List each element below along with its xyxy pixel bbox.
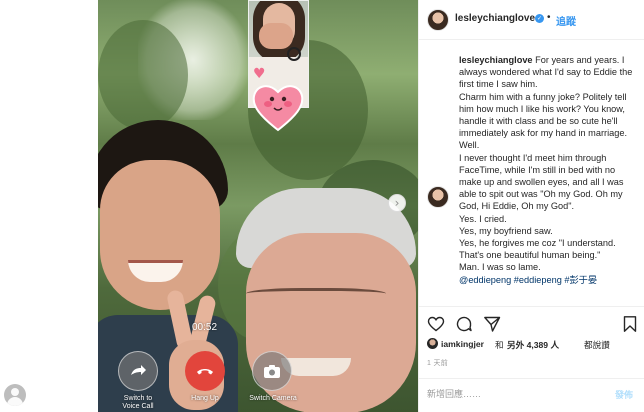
separator-dot: •	[547, 12, 551, 23]
liked-suffix-text: 都說讚	[584, 340, 610, 350]
profile-avatar-icon[interactable]	[4, 384, 26, 406]
comment-bubble-icon[interactable]	[455, 315, 473, 333]
avatar[interactable]	[427, 338, 438, 349]
comment-bar: 發佈	[419, 378, 644, 412]
post-actions	[419, 306, 644, 338]
hashtags[interactable]: @eddiepeng #eddiepeng #彭于晏	[459, 274, 639, 286]
switch-to-voice-call-button[interactable]	[118, 351, 158, 391]
arrow-forward-icon	[131, 365, 146, 375]
liked-others-count[interactable]: 另外 4,389 人	[507, 339, 559, 351]
post-comment-button[interactable]: 發佈	[615, 388, 633, 401]
foliage	[98, 20, 188, 130]
switch-to-voice-call-label: Switch to Voice Call	[122, 395, 154, 410]
caption-line: Charm him with a funny joke? Politely te…	[459, 91, 627, 139]
avatar[interactable]	[427, 9, 449, 31]
caption-line: Well.	[459, 140, 480, 151]
follow-button[interactable]: 追蹤	[556, 13, 576, 28]
post-side-panel: lesleychianglove ✓ • 追蹤 lesleychianglove…	[418, 0, 644, 412]
paper-plane-icon[interactable]	[483, 315, 501, 333]
call-timer: 00:52	[192, 322, 218, 333]
left-gutter	[0, 0, 98, 412]
avatar[interactable]	[427, 186, 449, 208]
liked-and-text: 和	[495, 340, 504, 350]
hang-up-button[interactable]	[185, 351, 225, 391]
chevron-right-icon[interactable]: ›	[388, 194, 406, 212]
caption-line: Yes, he forgives me coz "I understand. T…	[459, 238, 616, 261]
post-username[interactable]: lesleychianglove	[455, 13, 535, 24]
caption-username[interactable]: lesleychianglove	[459, 55, 533, 65]
bookmark-icon[interactable]	[621, 315, 639, 333]
caption-scroll-area[interactable]: lesleychianglove For years and years. I …	[419, 40, 644, 302]
verified-badge-icon: ✓	[535, 14, 544, 23]
heart-outline-icon[interactable]	[427, 315, 445, 333]
hang-up-label: Hang Up	[191, 395, 219, 402]
post-timestamp[interactable]: 1 天前	[427, 358, 448, 368]
caption-line: I never thought I'd meet him through Fac…	[459, 152, 624, 212]
switch-camera-label: Switch Camera	[249, 395, 297, 402]
comment-input[interactable]	[427, 386, 597, 402]
caption-line: Man. I was so lame.	[459, 262, 541, 273]
likes-summary: iamkingjer 和 另外 4,389 人 都說讚	[427, 338, 643, 352]
phone-hangup-icon	[197, 369, 213, 375]
liked-by-username[interactable]: iamkingjer	[441, 339, 484, 349]
caption-line: Yes, my boyfriend saw.	[459, 225, 553, 236]
caption-text: lesleychianglove For years and years. I …	[459, 54, 639, 286]
caption-line: Yes. I cried.	[459, 213, 507, 224]
post-header: lesleychianglove ✓ • 追蹤	[419, 0, 644, 40]
heart-face-sticker-icon	[250, 78, 306, 134]
switch-camera-button[interactable]	[252, 351, 292, 391]
peace-sign-hand	[164, 288, 234, 410]
camera-icon	[264, 365, 280, 378]
